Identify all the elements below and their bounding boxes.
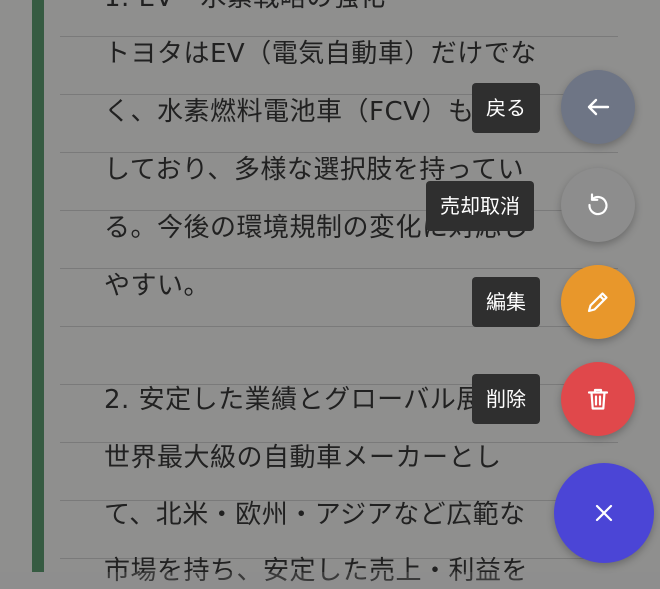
edit-tooltip: 編集	[472, 277, 540, 327]
delete-button[interactable]	[561, 362, 635, 436]
pencil-icon	[583, 287, 613, 317]
arrow-left-icon	[583, 92, 613, 122]
close-menu-button[interactable]	[554, 463, 654, 563]
close-icon	[592, 501, 616, 525]
back-button[interactable]	[561, 70, 635, 144]
back-tooltip: 戻る	[472, 83, 540, 133]
undo-icon	[583, 190, 613, 220]
cancel-sale-button[interactable]	[561, 168, 635, 242]
edit-button[interactable]	[561, 265, 635, 339]
delete-tooltip: 削除	[472, 374, 540, 424]
cancel-sale-tooltip: 売却取消	[426, 181, 534, 231]
trash-icon	[583, 384, 613, 414]
